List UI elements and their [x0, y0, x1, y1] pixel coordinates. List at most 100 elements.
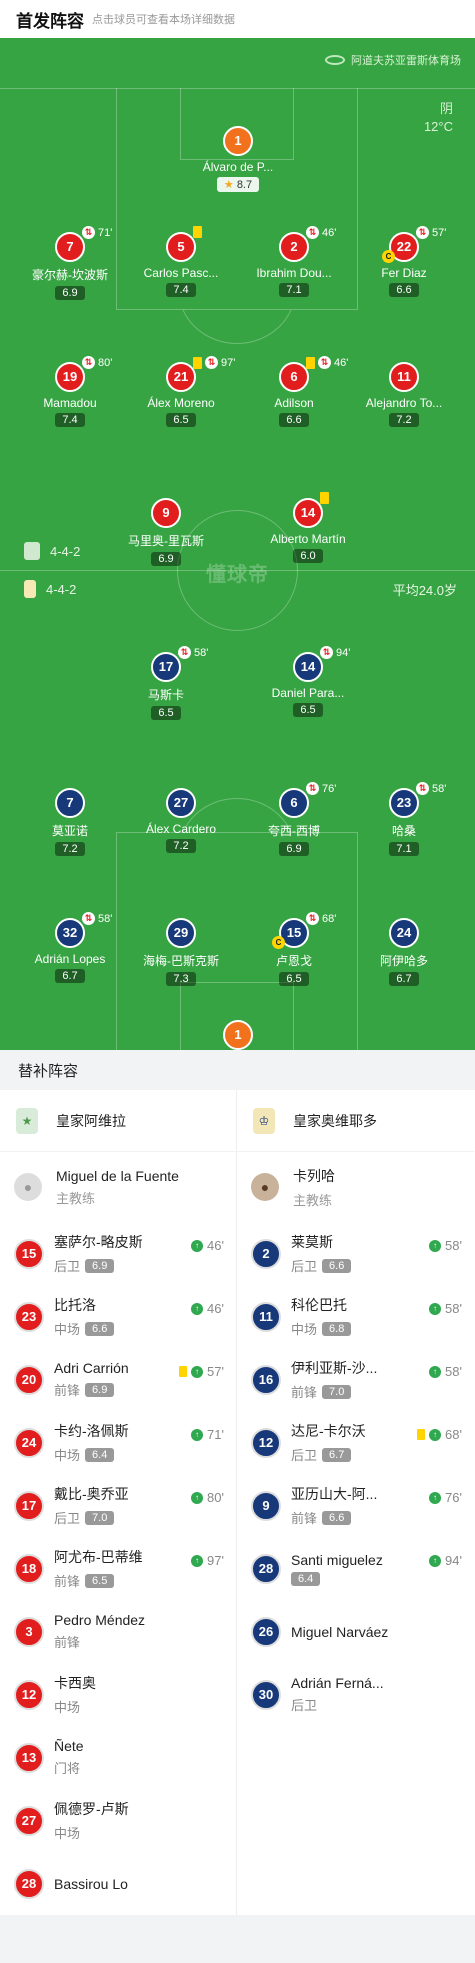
player-away[interactable]: 6 ⇅ 76' 夸西-西博 6.9 [234, 782, 354, 857]
player-rating: 7.2 [389, 413, 419, 427]
player-home[interactable]: 21 ⇅ 97' Álex Moreno 6.5 [121, 356, 241, 428]
substitution-out-icon: ⇅ [306, 782, 319, 795]
player-rating: 6.6 [389, 283, 419, 297]
shirt-number: 11 [251, 1301, 281, 1332]
player-name: Ibrahim Dou... [256, 266, 332, 280]
player-away[interactable]: 17 ⇅ 58' 马斯卡 6.5 [106, 646, 226, 721]
player-rating: 7.2 [166, 839, 196, 853]
rating-value: 6.9 [158, 553, 174, 565]
substitute-name: 卡西奥 [54, 1675, 96, 1691]
substitution-minute: 58' [445, 1238, 462, 1253]
shirt-number: 6 [279, 362, 309, 392]
substitution-minute: 58' [194, 646, 209, 659]
substitution-out-icon: ⇅ [306, 226, 319, 239]
substitute-meta: 6.4 [291, 1571, 383, 1586]
rating-value: 6.5 [173, 414, 189, 426]
substitution-minute: 80' [207, 1490, 224, 1505]
substitution-in-icon: ↑ [191, 1428, 204, 1441]
substitute-row[interactable]: 13 Ñete 门将 [0, 1726, 236, 1789]
player-away[interactable]: 32 ⇅ 58' Adrián Lopes 6.7 [10, 912, 130, 984]
away-coach-row[interactable]: ● 卡列哈 主教练 [237, 1152, 474, 1222]
substitute-row[interactable]: 27 佩德罗-卢斯 中场 [0, 1789, 236, 1852]
rating-value: 7.1 [396, 843, 412, 855]
substitution-out-icon: ⇅ [82, 912, 95, 925]
substitute-row[interactable]: 9 亚历山大-阿... 前锋 6.6 ↑ 76' [237, 1474, 474, 1537]
substitute-row[interactable]: 17 戴比-奥乔亚 后卫 7.0 ↑ 80' [0, 1474, 236, 1537]
shirt-number: 19 [55, 362, 85, 392]
player-name: Adilson [274, 396, 314, 410]
substitute-row[interactable]: 20 Adri Carrión 前锋 6.9 ↑ 57' [0, 1348, 236, 1411]
substitute-row[interactable]: 28 Santi miguelez 6.4 ↑ 94' [237, 1537, 474, 1600]
rating-value: 7.1 [286, 284, 302, 296]
substitute-meta: 前锋 [54, 1632, 145, 1651]
player-name: Álex Moreno [147, 396, 215, 410]
substitute-position: 后卫 [54, 1259, 81, 1274]
substitute-row[interactable]: 30 Adrián Ferná... 后卫 [237, 1663, 474, 1726]
player-home[interactable]: 19 ⇅ 80' Mamadou 7.4 [10, 356, 130, 428]
shirt-number: 26 [251, 1616, 281, 1647]
substitute-row[interactable]: 18 阿尤布-巴蒂维 前锋 6.5 ↑ 97' [0, 1537, 236, 1600]
player-rating: 7.4 [166, 283, 196, 297]
weather-condition: 阴 [439, 101, 453, 116]
substitute-in: ↑ 94' [429, 1553, 462, 1568]
player-away[interactable]: 15 ⇅ 68' C 卢恩戈 6.5 [234, 912, 354, 987]
substitute-row[interactable]: 23 比托洛 中场 6.6 ↑ 46' [0, 1285, 236, 1348]
home-team-row[interactable]: ★ 皇家阿维拉 [0, 1090, 236, 1152]
substitute-meta: 中场 [54, 1697, 96, 1716]
player-name: Carlos Pasc... [143, 266, 219, 280]
substitute-row[interactable]: 28 Bassirou Lo [0, 1852, 236, 1915]
shirt-number: 27 [14, 1805, 44, 1836]
substitute-row[interactable]: 11 科伦巴托 中场 6.8 ↑ 58' [237, 1285, 474, 1348]
player-away[interactable]: 14 ⇅ 94' Daniel Para... 6.5 [248, 646, 368, 718]
player-away[interactable]: 7 莫亚诺 7.2 [10, 788, 130, 857]
player-home[interactable]: 9 马里奥-里瓦斯 6.9 [106, 498, 226, 567]
yellow-card-icon [193, 356, 202, 369]
coach-avatar-icon: ● [251, 1173, 279, 1201]
away-formation-value: 4-4-2 [46, 581, 77, 597]
home-coach-row[interactable]: ● Miguel de la Fuente 主教练 [0, 1152, 236, 1222]
player-home[interactable]: 7 ⇅ 71' 豪尔赫-坎波斯 6.9 [10, 226, 130, 301]
player-away[interactable]: 27 Álex Cardero 7.2 [121, 788, 241, 854]
substitute-row[interactable]: 12 卡西奥 中场 [0, 1663, 236, 1726]
player-away[interactable]: 23 ⇅ 58' 哈桑 7.1 [344, 782, 464, 857]
substitute-meta: 前锋 6.6 [291, 1508, 377, 1527]
player-home[interactable]: 2 ⇅ 46' Ibrahim Dou... 7.1 [234, 226, 354, 298]
substitute-in: ↑ 58' [429, 1301, 462, 1316]
player-away[interactable]: 1布哈特8.0 [178, 1020, 298, 1050]
substitute-row[interactable]: 2 莱莫斯 后卫 6.6 ↑ 58' [237, 1222, 474, 1285]
substitute-row[interactable]: 24 卡约-洛佩斯 中场 6.4 ↑ 71' [0, 1411, 236, 1474]
substitute-name: Bassirou Lo [54, 1875, 128, 1892]
rating-value: 6.5 [158, 707, 174, 719]
shirt-number: 12 [251, 1427, 281, 1458]
substitution-minute: 46' [207, 1301, 224, 1316]
away-team-row[interactable]: ♔ 皇家奥维耶多 [237, 1090, 474, 1152]
player-rating: 6.7 [55, 969, 85, 983]
substitution-minute: 58' [445, 1301, 462, 1316]
shirt-number: 5 [166, 232, 196, 262]
player-away[interactable]: 24 阿伊哈多 6.7 [344, 918, 464, 987]
shirt-number: 17 [151, 652, 181, 682]
substitute-row[interactable]: 15 塞萨尔-略皮斯 后卫 6.9 ↑ 46' [0, 1222, 236, 1285]
substitute-meta: 后卫 7.0 [54, 1508, 129, 1527]
player-home[interactable]: 14 Alberto Martín 6.0 [248, 492, 368, 564]
player-home[interactable]: 11 Alejandro To... 7.2 [344, 362, 464, 428]
rating-value: 6.7 [62, 970, 78, 982]
substitution-in-icon: ↑ [429, 1491, 442, 1504]
substitute-row[interactable]: 3 Pedro Méndez 前锋 [0, 1600, 236, 1663]
player-home[interactable]: 22 ⇅ 57' C Fer Diaz 6.6 [344, 226, 464, 298]
player-home[interactable]: 6 ⇅ 46' Adilson 6.6 [234, 356, 354, 428]
substitute-in: ↑ 76' [429, 1490, 462, 1505]
home-team-crest-icon: ★ [16, 1107, 38, 1134]
substitute-position: 前锋 [291, 1385, 318, 1400]
substitute-info: Ñete 门将 [54, 1738, 84, 1777]
shirt-number: 21 [166, 362, 196, 392]
substitute-name: Miguel Narváez [291, 1623, 389, 1640]
substitution-minute: 68' [322, 912, 337, 925]
player-home[interactable]: 1 Álvaro de P... ★ 8.7 [178, 126, 298, 193]
substitute-row[interactable]: 16 伊利亚斯-沙... 前锋 7.0 ↑ 58' [237, 1348, 474, 1411]
player-home[interactable]: 5 Carlos Pasc... 7.4 [121, 226, 241, 298]
substitute-row[interactable]: 26 Miguel Narváez [237, 1600, 474, 1663]
player-away[interactable]: 29 海梅-巴斯克斯 7.3 [121, 918, 241, 987]
substitute-meta: 中场 [54, 1823, 129, 1842]
substitute-row[interactable]: 12 达尼-卡尔沃 后卫 6.7 ↑ 68' [237, 1411, 474, 1474]
